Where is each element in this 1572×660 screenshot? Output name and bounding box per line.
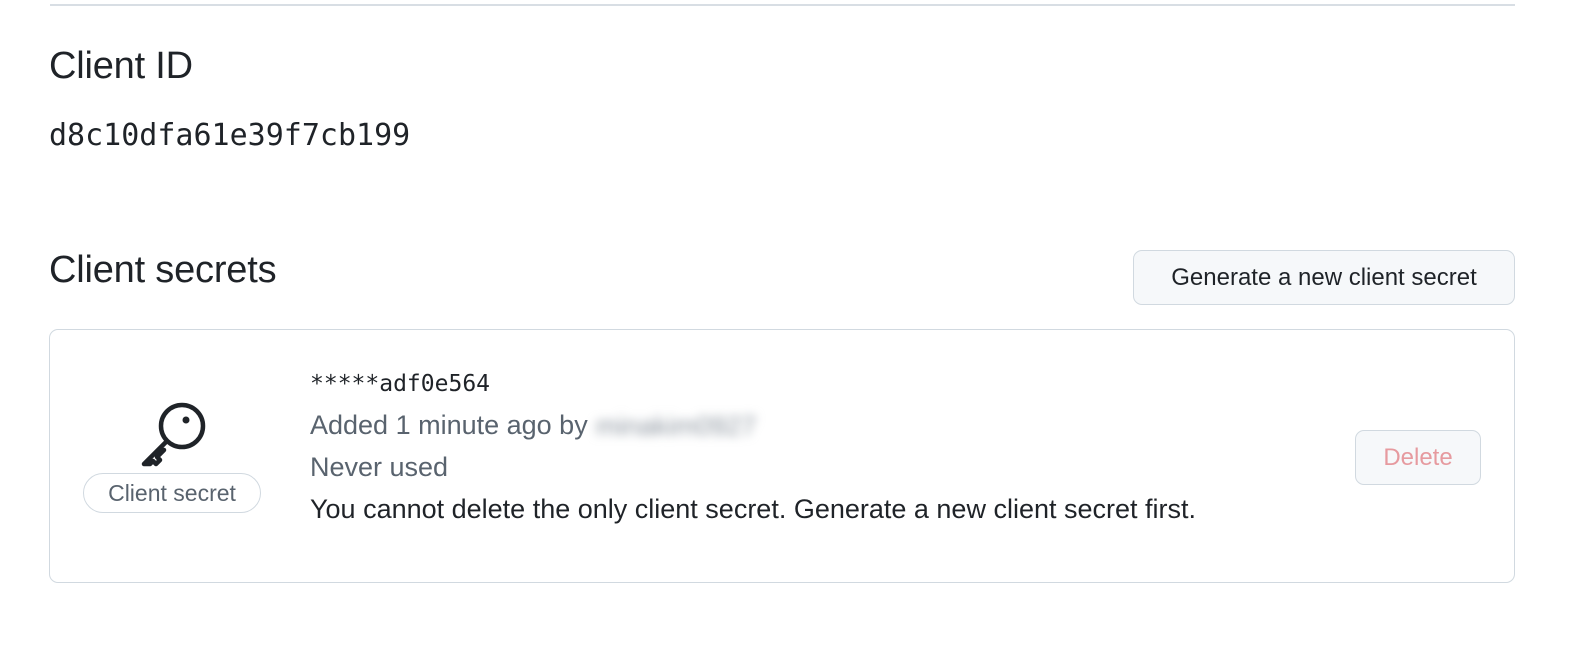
key-icon — [141, 402, 206, 467]
secret-added-line: Added 1 minute ago by minakim0927 — [310, 410, 778, 441]
client-id-value: d8c10dfa61e39f7cb199 — [49, 118, 411, 153]
client-id-heading: Client ID — [49, 45, 193, 87]
client-secret-label: Client secret — [83, 473, 261, 513]
client-secrets-heading: Client secrets — [49, 249, 277, 291]
secret-added-by-user: minakim0927 — [595, 410, 757, 441]
delete-restriction-note: You cannot delete the only client secret… — [310, 494, 1197, 524]
secret-added-text: Added 1 minute ago by — [310, 410, 588, 440]
section-divider — [50, 4, 1515, 6]
secret-masked-value: *****adf0e564 — [310, 371, 491, 397]
secret-usage-status: Never used — [310, 452, 449, 482]
delete-secret-button[interactable]: Delete — [1355, 430, 1481, 485]
generate-client-secret-button[interactable]: Generate a new client secret — [1133, 250, 1515, 305]
client-secret-card — [49, 329, 1515, 583]
